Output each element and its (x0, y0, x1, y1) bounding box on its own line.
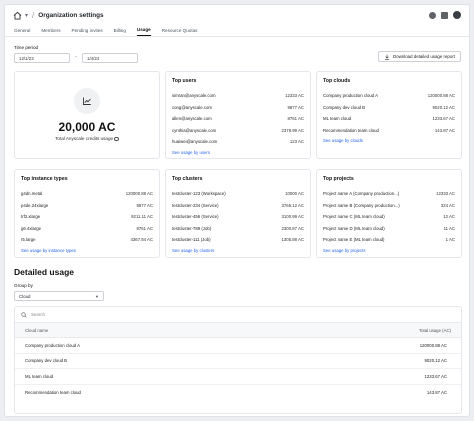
total-usage-caption: Total Anyscale credits usage (21, 136, 153, 142)
list-item: Project name C (ML team cloud) 12 AC (323, 214, 455, 220)
top-bar: ▾ / Organization settings (5, 5, 469, 25)
top-clusters-card: Top clusters testcluster-123 (Workspace)… (165, 169, 311, 258)
avatar[interactable] (453, 11, 461, 19)
tab-billing[interactable]: Billing (114, 28, 126, 36)
breadcrumb-separator: / (32, 10, 35, 20)
group-by-select[interactable]: Cloud ▼ (14, 291, 104, 301)
detailed-usage-table: Search Cloud name Total usage (AC) Compa… (14, 306, 462, 414)
list-item: huaiwei@anyscale.com 123 AC (172, 139, 304, 145)
list-item: Project name B (Company production...) 32… (323, 202, 455, 208)
search-input[interactable]: Search (15, 307, 461, 323)
total-usage-value: 20,000 AC (58, 120, 116, 134)
list-item: Company dev cloud B 9020.12 AC (323, 104, 455, 110)
search-icon (21, 311, 27, 318)
see-usage-by-clusters-link[interactable]: See usage by clusters (172, 248, 304, 253)
list-item: Recommendation team cloud 143.87 AC (323, 127, 455, 133)
tab-members[interactable]: Members (41, 28, 60, 36)
start-date-input[interactable]: 12/1/23 (14, 53, 70, 63)
time-period-label: Time period (14, 45, 39, 50)
info-icon[interactable] (114, 136, 119, 142)
list-item: g6.4xlarge 8761 AC (21, 225, 153, 231)
top-clouds-title: Top clouds (323, 78, 351, 84)
list-item: Project name E (ML team cloud) 1 AC (323, 237, 455, 243)
list-item: r5.large 4367.84 AC (21, 237, 153, 243)
list-item: g4dn.metal 120000.88 AC (21, 191, 153, 197)
docs-icon[interactable] (441, 11, 448, 19)
top-instance-types-title: Top instance types (21, 176, 68, 182)
top-users-card: Top users simran@anyscale.com 12333 AC co… (165, 71, 311, 159)
top-projects-card: Top projects Project name A (Company pro… (316, 169, 462, 258)
group-by-label: Group by (14, 283, 33, 288)
chart-icon (74, 88, 100, 114)
app-window: ▾ / Organization settings General Member… (4, 4, 470, 417)
column-header-total-usage[interactable]: Total usage (AC) (419, 328, 451, 333)
list-item: cong@anyscale.com 9877 AC (172, 104, 304, 110)
table-row: Recommendation team cloud 143.87 AC (25, 389, 447, 395)
date-separator: - (75, 54, 77, 60)
list-item: testcluster-111 (Job) 1305.88 AC (172, 237, 304, 243)
table-row: Company dev cloud B 9020.12 AC (15, 354, 461, 369)
table-row: Company production cloud A 120000.88 AC (15, 338, 461, 354)
list-item: cynthia@anyscale.com 2378.99 AC (172, 127, 304, 133)
top-projects-title: Top projects (323, 176, 354, 182)
total-usage-card: 20,000 AC Total Anyscale credits usage (14, 71, 160, 159)
download-report-button[interactable]: Download detailed usage report (378, 51, 461, 62)
list-item: testcluster-789 (Job) 2300.87 AC (172, 225, 304, 231)
group-by-value: Cloud (19, 293, 31, 299)
top-icons (429, 11, 461, 19)
home-icon[interactable] (13, 11, 22, 20)
list-item: trf2.xlarge 9211.11 AC (21, 214, 153, 220)
list-item: p4de.24xlarge 9877 AC (21, 202, 153, 208)
page-title: Organization settings (38, 11, 104, 19)
top-instance-types-card: Top instance types g4dn.metal 120000.88 A… (14, 169, 160, 258)
tab-pending-invites[interactable]: Pending invites (72, 28, 103, 36)
top-users-title: Top users (172, 78, 197, 84)
see-usage-by-users-link[interactable]: See usage by users (172, 150, 304, 155)
end-date-input[interactable]: 1/4/24 (82, 53, 138, 63)
see-usage-by-instance-types-link[interactable]: See usage by instance types (21, 248, 153, 253)
tab-resource-quotas[interactable]: Resource Quotas (162, 28, 198, 36)
list-item: testcluster-456 (Service) 3100.99 AC (172, 214, 304, 220)
tab-bar: General Members Pending invites Billing … (5, 25, 469, 37)
list-item: Company production cloud A 120000.88 AC (323, 93, 455, 99)
table-row: ML team cloud 1233.67 AC (15, 369, 461, 385)
list-item: allen@anyscale.com 8761 AC (172, 116, 304, 122)
list-item: Project name A (Company production...) 12… (323, 191, 455, 197)
list-item: testcluster-123 (Workspace) 10000 AC (172, 191, 304, 197)
column-header-cloud-name[interactable]: Cloud name (25, 328, 48, 333)
search-placeholder: Search (31, 312, 45, 317)
top-clusters-title: Top clusters (172, 176, 203, 182)
chevron-down-icon: ▼ (95, 293, 99, 299)
help-icon[interactable] (429, 11, 436, 19)
see-usage-by-clouds-link[interactable]: See usage by clouds (323, 138, 455, 143)
list-item: Project name D (ML team cloud) 11 AC (323, 225, 455, 231)
tab-usage[interactable]: Usage (136, 27, 151, 36)
top-clouds-card: Top clouds Company production cloud A 120… (316, 71, 462, 159)
table-header: Cloud name Total usage (AC) (15, 323, 461, 338)
download-icon (384, 54, 390, 60)
list-item: simran@anyscale.com 12333 AC (172, 93, 304, 99)
see-usage-by-projects-link[interactable]: See usage by projects (323, 248, 455, 253)
tab-general[interactable]: General (14, 28, 30, 36)
list-item: ML team cloud 1233.67 AC (323, 116, 455, 122)
download-report-label: Download detailed usage report (393, 54, 455, 59)
list-item: testcluster-234 (Service) 3765.12 AC (172, 202, 304, 208)
detailed-usage-heading: Detailed usage (14, 267, 74, 277)
chevron-down-icon[interactable]: ▾ (25, 12, 28, 19)
